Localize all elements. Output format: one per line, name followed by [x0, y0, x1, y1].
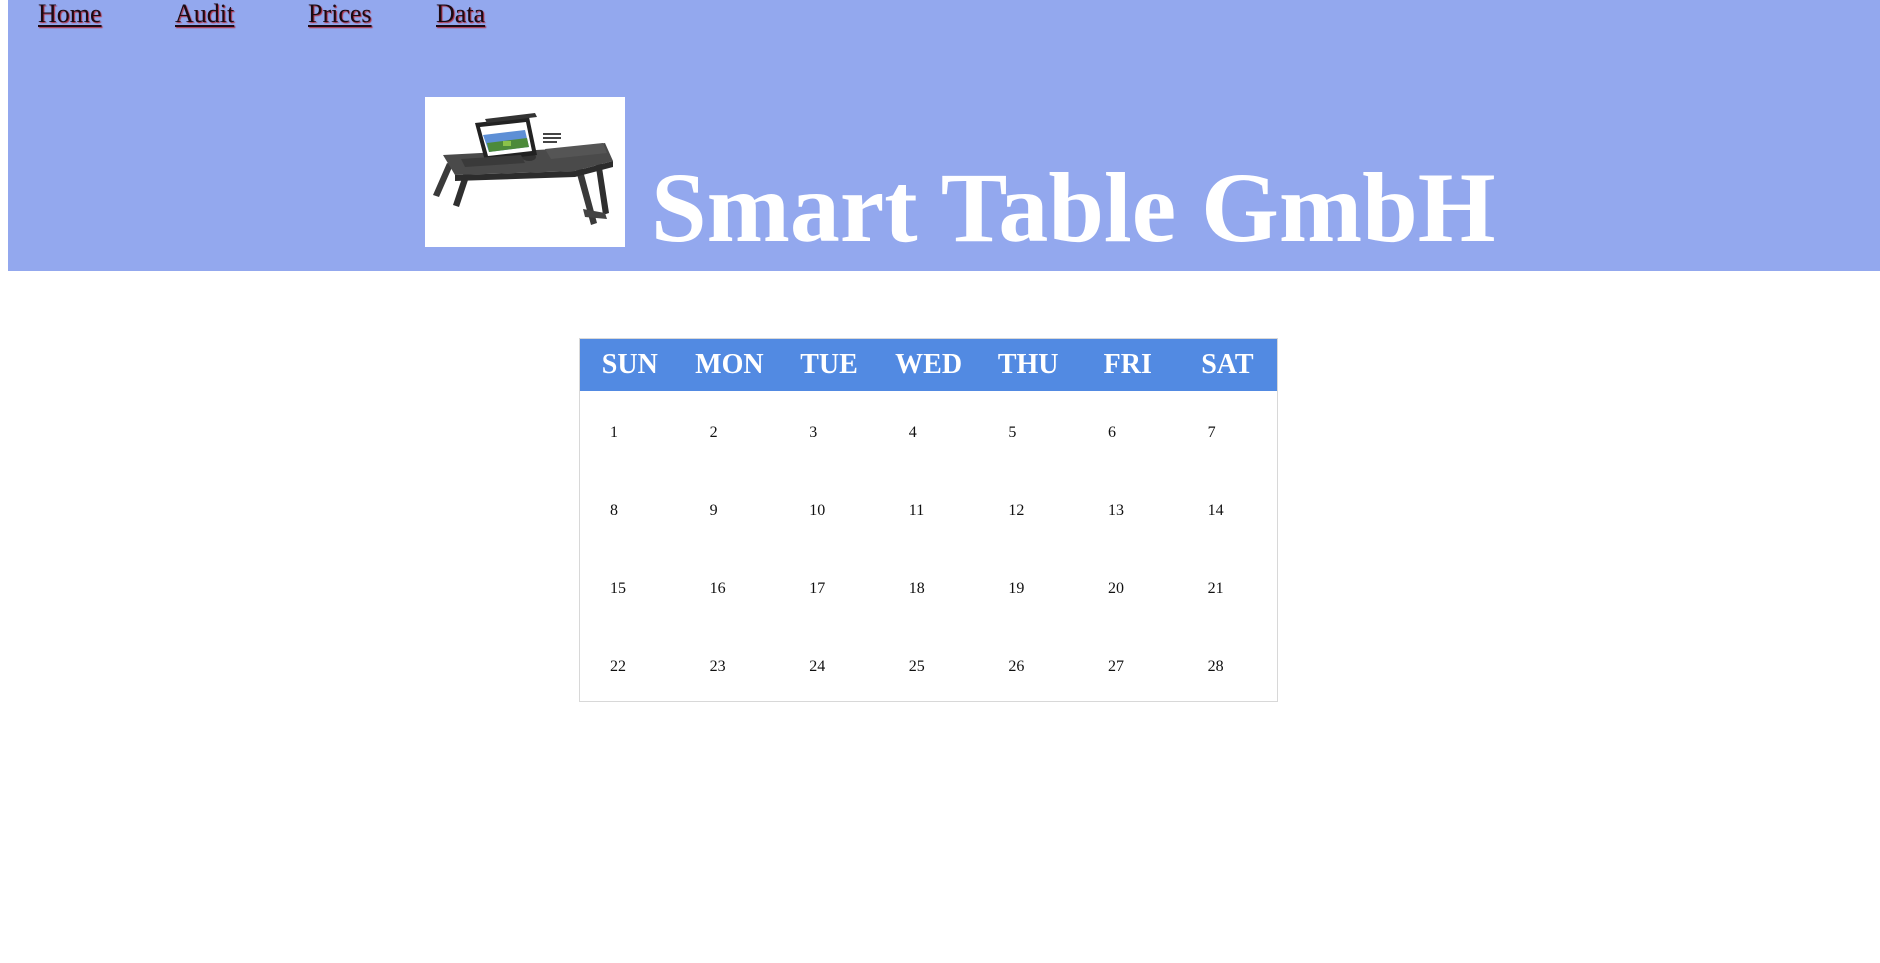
- calendar-day-cell[interactable]: 9: [680, 469, 780, 547]
- calendar-day-number: 3: [809, 424, 818, 441]
- nav-link-data[interactable]: Data: [436, 0, 485, 28]
- calendar-day-cell[interactable]: 15: [580, 547, 680, 625]
- calendar-day-cell[interactable]: 1: [580, 391, 680, 469]
- calendar-day-number: 28: [1207, 658, 1224, 675]
- calendar-day-number: 21: [1207, 580, 1224, 597]
- calendar-day-cell[interactable]: 27: [1078, 625, 1178, 703]
- calendar-day-cell[interactable]: 6: [1078, 391, 1178, 469]
- calendar-day-cell[interactable]: 19: [978, 547, 1078, 625]
- calendar-day-cell[interactable]: 3: [779, 391, 879, 469]
- weekday-header-wed: WED: [895, 349, 963, 380]
- calendar-day-number: 17: [809, 580, 826, 597]
- calendar-day-cell[interactable]: 18: [879, 547, 979, 625]
- calendar-day-number: 16: [709, 580, 726, 597]
- calendar-day-number: 13: [1108, 502, 1124, 519]
- calendar-day-number: 14: [1207, 502, 1224, 519]
- calendar-day-number: 19: [1008, 580, 1025, 597]
- calendar-day-cell[interactable]: 8: [580, 469, 680, 547]
- calendar-day-cell[interactable]: 2: [680, 391, 780, 469]
- calendar-day-cell[interactable]: 23: [680, 625, 780, 703]
- calendar-day-cell[interactable]: 26: [978, 625, 1078, 703]
- calendar-day-cell[interactable]: 13: [1078, 469, 1178, 547]
- brand-title: Smart Table GmbH: [651, 152, 1496, 263]
- calendar-day-cell[interactable]: 7: [1178, 391, 1278, 469]
- calendar-day-cell[interactable]: 25: [879, 625, 979, 703]
- calendar-day-number: 1: [610, 424, 618, 441]
- calendar-day-number: 27: [1108, 658, 1124, 675]
- calendar-day-number: 8: [610, 502, 618, 519]
- calendar-day-number: 4: [908, 424, 917, 441]
- calendar-day-cell[interactable]: 24: [779, 625, 879, 703]
- calendar-day-cell[interactable]: 20: [1078, 547, 1178, 625]
- weekday-header-fri: FRI: [1103, 349, 1152, 380]
- calendar-day-cell[interactable]: 11: [879, 469, 979, 547]
- brand-logo-image: [425, 97, 625, 247]
- calendar-day-number: 12: [1008, 502, 1025, 519]
- calendar-day-number: 9: [709, 502, 718, 519]
- site-header: Home Audit Prices Data Smart Table GmbH: [8, 0, 1880, 271]
- weekday-header-sat: SAT: [1201, 349, 1254, 380]
- calendar-day-cell[interactable]: 5: [978, 391, 1078, 469]
- nav-link-prices[interactable]: Prices: [308, 0, 372, 28]
- calendar-day-cell[interactable]: 17: [779, 547, 879, 625]
- calendar-day-cell[interactable]: 22: [580, 625, 680, 703]
- calendar-day-cell[interactable]: 28: [1178, 625, 1278, 703]
- calendar-day-number: 23: [709, 658, 726, 675]
- calendar-day-number: 22: [610, 658, 626, 675]
- calendar-day-number: 15: [610, 580, 626, 597]
- calendar-day-cell[interactable]: 10: [779, 469, 879, 547]
- calendar-day-number: 10: [809, 502, 826, 519]
- weekday-header-tue: TUE: [800, 349, 858, 380]
- calendar-day-cell[interactable]: 16: [680, 547, 780, 625]
- calendar-day-number: 11: [908, 502, 925, 519]
- weekday-header-mon: MON: [695, 349, 764, 380]
- calendar-day-number: 18: [908, 580, 925, 597]
- nav-link-home[interactable]: Home: [38, 0, 102, 28]
- calendar-day-number: 24: [809, 658, 826, 675]
- weekday-header-thu: THU: [997, 349, 1059, 380]
- calendar-day-number: 26: [1008, 658, 1025, 675]
- calendar-day-number: 6: [1108, 424, 1116, 441]
- calendar-day-number: 5: [1008, 424, 1017, 441]
- calendar-day-number: 20: [1108, 580, 1124, 597]
- calendar: SUN MON TUE WED THU FRI SAT 1 2 3 4 5 6 7 8 9 10 11 12 13 1…: [579, 338, 1278, 702]
- weekday-header-sun: SUN: [601, 349, 658, 380]
- calendar-header: SUN MON TUE WED THU FRI SAT: [580, 339, 1277, 391]
- laptop-table-icon: [433, 113, 613, 225]
- calendar-day-number: 2: [709, 424, 718, 441]
- calendar-day-number: 25: [908, 658, 925, 675]
- calendar-day-cell[interactable]: 14: [1178, 469, 1278, 547]
- calendar-day-cell[interactable]: 12: [978, 469, 1078, 547]
- calendar-day-cell[interactable]: 21: [1178, 547, 1278, 625]
- calendar-day-cell[interactable]: 4: [879, 391, 979, 469]
- calendar-day-number: 7: [1207, 424, 1216, 441]
- nav-link-audit[interactable]: Audit: [175, 0, 234, 28]
